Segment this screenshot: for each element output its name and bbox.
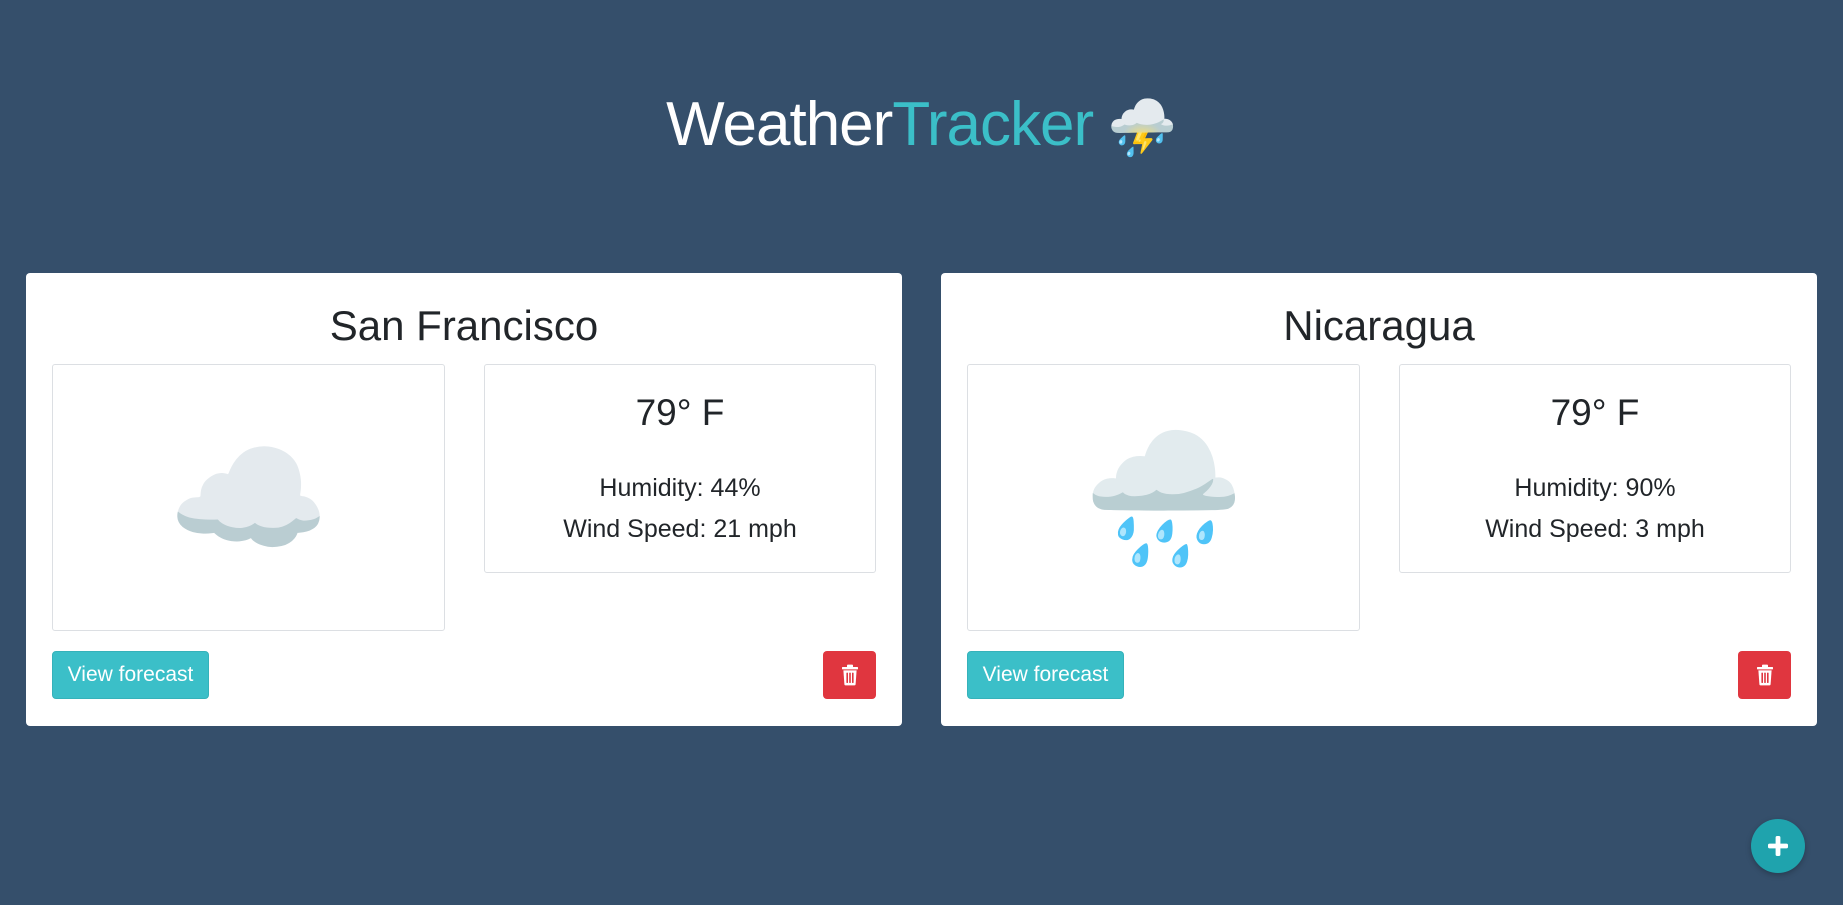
wind-speed: Wind Speed: 3 mph [1485,515,1705,543]
humidity: Humidity: 44% [599,474,761,502]
add-city-button[interactable] [1751,819,1805,873]
weather-icon-box: ☁️ [52,364,445,631]
app-background: WeatherTracker ⛈️ San Francisco ☁️ 79° F … [0,0,1843,905]
title-tracker: Tracker [892,90,1094,159]
temperature: 79° F [635,392,725,433]
trash-icon [1756,664,1773,686]
city-name: Nicaragua [1283,302,1475,349]
delete-button[interactable] [823,651,876,699]
weather-info-box: 79° F Humidity: 90% Wind Speed: 3 mph [1399,364,1791,573]
delete-button[interactable] [1738,651,1791,699]
view-forecast-button[interactable]: View forecast [967,651,1124,699]
weather-info-box: 79° F Humidity: 44% Wind Speed: 21 mph [484,364,876,573]
weather-icon-box: 🌧️ [967,364,1360,631]
storm-cloud-icon: ⛈️ [1107,96,1177,159]
humidity: Humidity: 90% [1514,474,1676,502]
city-card-nicaragua: Nicaragua 🌧️ 79° F Humidity: 90% Wind Sp… [941,273,1817,726]
page-title: WeatherTracker ⛈️ [0,88,1843,165]
title-weather: Weather [666,90,893,159]
cloud-icon: ☁️ [167,424,330,571]
city-name: San Francisco [329,302,599,349]
temperature: 79° F [1550,392,1640,433]
city-card-san-francisco: San Francisco ☁️ 79° F Humidity: 44% Win… [26,273,902,726]
plus-icon [1768,836,1788,856]
wind-speed: Wind Speed: 21 mph [563,515,797,543]
view-forecast-button[interactable]: View forecast [52,651,209,699]
rain-cloud-icon: 🌧️ [1082,424,1245,571]
trash-icon [841,664,858,686]
